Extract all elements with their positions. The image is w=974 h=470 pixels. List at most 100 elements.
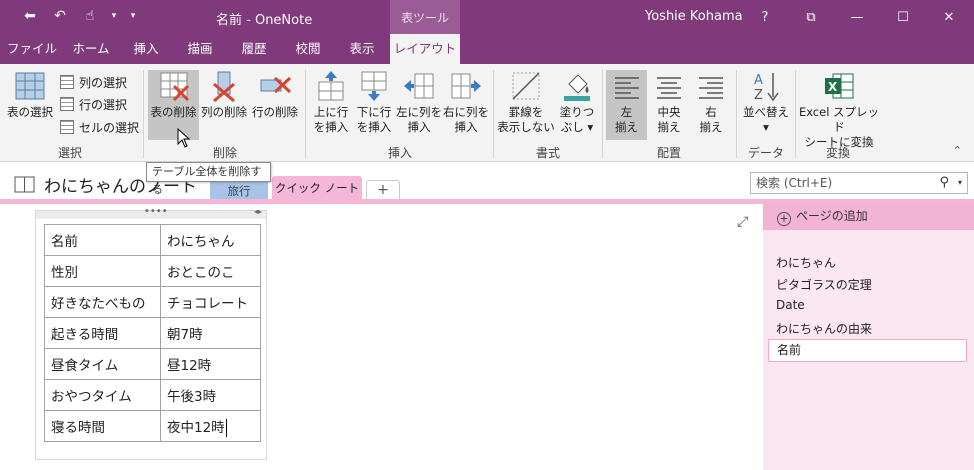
tab-layout[interactable]: レイアウト (390, 34, 460, 64)
hide-borders-button[interactable]: 罫線を 表示しない (497, 70, 555, 140)
note-container-handle[interactable]: •••• ◂▸ (36, 206, 266, 219)
touch-mode-icon[interactable]: ☝ (80, 6, 100, 26)
search-placeholder: 検索 (Ctrl+E) (756, 176, 833, 190)
ribbon: 表の選択 列の選択 行の選択 セルの選択 選択 表の削除 列の削除 行の削除 削… (0, 64, 974, 162)
insert-column-right-button[interactable]: 右に列を 挿入 (443, 70, 489, 140)
minimize-button[interactable]: — (834, 0, 880, 34)
table-cell[interactable]: 午後3時 (160, 379, 261, 411)
page-item[interactable]: わにちゃん (776, 254, 836, 271)
undo-icon[interactable]: ↶ (50, 6, 70, 26)
select-row-icon (60, 97, 74, 111)
table-cell[interactable]: 性別 (44, 255, 161, 287)
delete-column-button[interactable]: 列の削除 (201, 70, 247, 140)
shading-label-2: ぶし ▾ (560, 120, 594, 134)
shading-button[interactable]: 塗りつ ぶし ▾ (556, 70, 598, 140)
group-label-format: 書式 (535, 146, 560, 160)
select-cell-label: セルの選択 (79, 120, 140, 135)
table-row: 名前 わにちゃん (44, 224, 261, 256)
insert-column-right-label-1: 右に列を (443, 105, 489, 119)
sort-az-icon: AZ (750, 70, 782, 103)
tab-review[interactable]: 校閲 (284, 34, 332, 64)
select-table-button[interactable]: 表の選択 (4, 70, 56, 140)
expand-page-icon[interactable]: ⤢ (737, 214, 748, 230)
search-icon[interactable]: ⚲ (939, 173, 949, 193)
delete-row-label: 行の削除 (252, 105, 298, 119)
align-right-label-1: 右 (705, 105, 717, 119)
close-button[interactable]: ✕ (926, 0, 972, 34)
delete-table-button[interactable]: 表の削除 (148, 70, 199, 140)
group-separator (602, 70, 603, 158)
add-section-button[interactable]: + (366, 180, 400, 200)
svg-text:A: A (754, 73, 763, 88)
table-cell[interactable]: チョコレート (160, 286, 261, 318)
search-scope-dropdown-icon[interactable]: ▾ (958, 173, 962, 193)
title-bar: ⬅ ↶ ☝ ▾ ▾ 名前 - OneNote 表ツール Yoshie Koham… (0, 0, 974, 34)
tab-insert[interactable]: 挿入 (122, 34, 170, 64)
drag-handle-icon[interactable]: •••• (144, 206, 168, 217)
table-cell[interactable]: 名前 (44, 224, 161, 256)
tab-draw[interactable]: 描画 (176, 34, 224, 64)
select-cell-button[interactable]: セルの選択 (60, 117, 139, 137)
table-cell[interactable]: おとこのこ (160, 255, 261, 287)
hide-borders-label-1: 罫線を (508, 105, 544, 119)
align-center-button[interactable]: 中央 揃え (648, 70, 690, 140)
table-cell-text: 夜中12時 (167, 419, 225, 436)
delete-table-label: 表の削除 (150, 105, 197, 119)
page-item[interactable]: ピタゴラスの定理 (776, 276, 872, 293)
convert-to-excel-label-1: Excel スプレッド (798, 105, 880, 134)
customize-qat-icon[interactable]: ▾ (128, 6, 138, 26)
select-table-icon (14, 70, 46, 102)
tab-file[interactable]: ファイル (4, 34, 60, 64)
table-cell[interactable]: 朝7時 (160, 317, 261, 349)
notebook-icon[interactable] (14, 175, 36, 193)
convert-to-excel-button[interactable]: X Excel スプレッド シートに変換 (798, 70, 880, 149)
tab-history[interactable]: 履歴 (230, 34, 278, 64)
add-page-button[interactable]: + ページの追加 (763, 204, 974, 230)
ribbon-tabs: ファイル ホーム 挿入 描画 履歴 校閲 表示 レイアウト (0, 34, 974, 64)
align-right-button[interactable]: 右 揃え (690, 70, 732, 140)
table-cell[interactable]: わにちゃん (160, 224, 261, 256)
select-column-button[interactable]: 列の選択 (60, 72, 127, 92)
page-item[interactable]: Date (776, 298, 805, 312)
delete-row-icon (259, 70, 292, 102)
insert-column-right-label-2: 挿入 (454, 120, 478, 134)
section-tab-travel[interactable]: 旅行 (210, 182, 268, 200)
page-item-selected[interactable]: 名前 (768, 339, 967, 362)
select-cell-icon (60, 120, 74, 134)
table-cell-active[interactable]: 夜中12時 (160, 410, 261, 442)
ribbon-display-options-icon[interactable]: ⧉ (788, 0, 834, 34)
collapse-ribbon-icon[interactable]: ⌃ (953, 144, 962, 157)
table-cell[interactable]: 昼12時 (160, 348, 261, 380)
insert-column-left-icon (403, 70, 435, 102)
select-table-label: 表の選択 (7, 105, 53, 119)
table-cell[interactable]: おやつタイム (44, 379, 161, 411)
add-page-label: ページの追加 (796, 209, 868, 223)
table-cell[interactable]: 起きる時間 (44, 317, 161, 349)
table-cell[interactable]: 好きなたべもの (44, 286, 161, 318)
insert-row-above-button[interactable]: 上に行 を挿入 (310, 70, 352, 140)
tab-home[interactable]: ホーム (62, 34, 120, 64)
section-tab-quick-notes[interactable]: クイック ノート (272, 176, 362, 200)
note-table[interactable]: 名前 わにちゃん 性別 おとこのこ 好きなたべもの チョコレート 起きる時間 朝7時 昼… (44, 224, 261, 442)
tab-view[interactable]: 表示 (338, 34, 386, 64)
help-button[interactable]: ? (742, 0, 788, 34)
delete-table-tooltip: テーブル全体を削除する (146, 162, 271, 196)
page-item[interactable]: わにちゃんの由来 (776, 320, 872, 337)
resize-handle-icon[interactable]: ◂▸ (254, 207, 262, 216)
insert-row-below-button[interactable]: 下に行 を挿入 (353, 70, 395, 140)
back-icon[interactable]: ⬅ (20, 6, 40, 26)
sort-button[interactable]: AZ 並べ替え ▾ (740, 70, 792, 140)
table-row: おやつタイム 午後3時 (44, 379, 261, 411)
user-name[interactable]: Yoshie Kohama (645, 9, 743, 24)
delete-row-button[interactable]: 行の削除 (250, 70, 300, 140)
select-row-button[interactable]: 行の選択 (60, 94, 127, 114)
touch-mode-dropdown-icon[interactable]: ▾ (110, 6, 118, 26)
insert-column-left-button[interactable]: 左に列を 挿入 (396, 70, 442, 140)
align-left-button[interactable]: 左 揃え (606, 70, 647, 140)
insert-column-left-label-2: 挿入 (407, 120, 431, 134)
table-cell[interactable]: 寝る時間 (44, 410, 161, 442)
table-cell[interactable]: 昼食タイム (44, 348, 161, 380)
insert-row-below-label-2: を挿入 (356, 120, 392, 134)
maximize-button[interactable]: ☐ (880, 0, 926, 34)
search-box[interactable]: 検索 (Ctrl+E) ⚲ ▾ (750, 172, 968, 194)
